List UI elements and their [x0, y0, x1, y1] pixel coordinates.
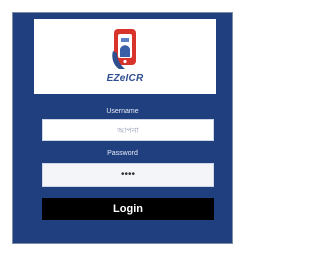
- password-label: Password: [107, 150, 138, 157]
- brand-name: EZeICR: [106, 73, 144, 84]
- phone-in-hand-icon: [112, 29, 136, 69]
- login-button[interactable]: Login: [42, 198, 214, 220]
- login-panel: EZeICR Username Password •••• Login: [12, 12, 233, 244]
- username-label: Username: [106, 108, 139, 115]
- password-input[interactable]: ••••: [42, 163, 214, 187]
- logo-container: EZeICR: [34, 19, 216, 94]
- username-input[interactable]: [42, 119, 214, 141]
